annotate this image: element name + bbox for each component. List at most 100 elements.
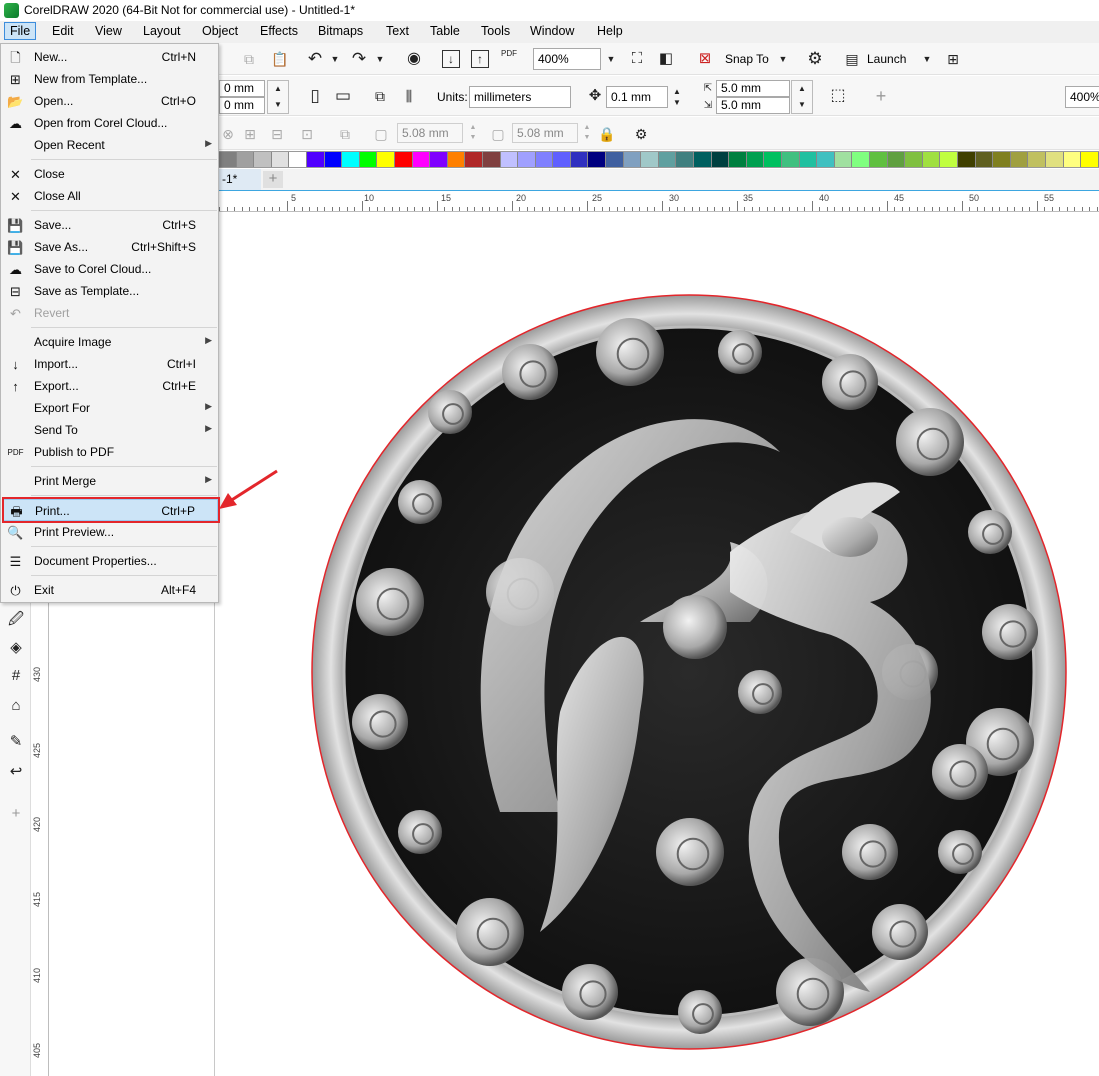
- page-width-input[interactable]: 0 mm: [219, 80, 265, 97]
- menu-item-open-recent[interactable]: Open Recent ▶: [2, 134, 218, 156]
- paste-icon[interactable]: 📋: [271, 50, 289, 68]
- nudge-icon[interactable]: ✥: [586, 87, 604, 105]
- palette-swatch[interactable]: [658, 152, 677, 167]
- menu-tools[interactable]: Tools: [481, 24, 510, 38]
- menu-item-export-for[interactable]: Export For ▶: [2, 397, 218, 419]
- undo-dropdown-icon[interactable]: ▼: [326, 50, 344, 68]
- gear-icon[interactable]: ⚙: [806, 50, 824, 68]
- palette-swatch[interactable]: [289, 152, 307, 167]
- palette-swatch[interactable]: [1045, 152, 1064, 167]
- palette-swatch[interactable]: [219, 152, 237, 167]
- object-width-input[interactable]: 5.08 mm: [397, 123, 463, 143]
- palette-swatch[interactable]: [975, 152, 994, 167]
- launch-dropdown-icon[interactable]: ▼: [918, 50, 936, 68]
- palette-swatch[interactable]: [957, 152, 976, 167]
- menu-item-document-properties[interactable]: ☰ Document Properties...: [2, 550, 218, 572]
- palette-swatch[interactable]: [1010, 152, 1029, 167]
- launch-label[interactable]: Launch: [867, 52, 906, 66]
- palette-swatch[interactable]: [817, 152, 835, 167]
- nudge-spinner-icon[interactable]: ▲ ▼: [669, 86, 685, 108]
- palette-swatch[interactable]: [782, 152, 800, 167]
- palette-swatch[interactable]: [482, 152, 501, 167]
- current-page-icon[interactable]: ⫼: [400, 87, 418, 105]
- palette-swatch[interactable]: [324, 152, 343, 167]
- palette-swatch[interactable]: [764, 152, 782, 167]
- palette-swatch[interactable]: [447, 152, 466, 167]
- redo-dropdown-icon[interactable]: ▼: [371, 50, 389, 68]
- menu-item-import[interactable]: ↓ Import... Ctrl+I: [2, 353, 218, 375]
- duplicate-y-input[interactable]: 5.0 mm: [716, 97, 790, 114]
- zoom-level-input[interactable]: 400%: [533, 48, 601, 70]
- menu-file[interactable]: File: [4, 22, 37, 40]
- snap-dropdown-icon[interactable]: ▼: [774, 50, 792, 68]
- menu-item-exit[interactable]: ⏻ Exit Alt+F4: [2, 579, 218, 601]
- copy-icon[interactable]: ⧉: [240, 50, 258, 68]
- menu-item-new[interactable]: 🗋 New... Ctrl+N: [2, 46, 218, 68]
- menu-layout[interactable]: Layout: [143, 24, 181, 38]
- palette-swatch[interactable]: [887, 152, 906, 167]
- menu-item-send-to[interactable]: Send To ▶: [2, 419, 218, 441]
- import-icon[interactable]: ↓: [442, 50, 460, 68]
- add-tab-icon[interactable]: +: [263, 171, 283, 188]
- launch-icon[interactable]: ▤: [843, 50, 861, 68]
- menu-item-new-from-template[interactable]: ⊞ New from Template...: [2, 68, 218, 90]
- palette-swatch[interactable]: [606, 152, 624, 167]
- palette-swatch[interactable]: [746, 152, 765, 167]
- mesh-fill-icon[interactable]: #: [6, 666, 26, 686]
- duplicate-spinner-icon[interactable]: ▲ ▼: [791, 80, 813, 114]
- full-screen-icon[interactable]: ⛶: [628, 50, 646, 68]
- nudge-distance-input[interactable]: 0.1 mm: [606, 86, 668, 108]
- page-height-input[interactable]: 0 mm: [219, 97, 265, 114]
- snap-to-label[interactable]: Snap To: [725, 52, 769, 66]
- vertical-ruler[interactable]: 430 425 420 415 410 405: [31, 600, 49, 1076]
- palette-swatch[interactable]: [553, 152, 571, 167]
- lock-icon[interactable]: 🔒: [598, 125, 616, 143]
- menu-effects[interactable]: Effects: [260, 24, 298, 38]
- palette-swatch[interactable]: [465, 152, 483, 167]
- menu-item-save-as[interactable]: 💾 Save As... Ctrl+Shift+S: [2, 236, 218, 258]
- page-size-spinner-icon[interactable]: ▲ ▼: [267, 80, 289, 114]
- ungroup-icon[interactable]: ⊟: [268, 125, 286, 143]
- interactive-fill-icon[interactable]: ◈: [6, 638, 26, 658]
- zoom-level-right-input[interactable]: 400%: [1065, 86, 1099, 108]
- palette-swatch[interactable]: [359, 152, 378, 167]
- add-icon[interactable]: +: [872, 87, 890, 105]
- zoom-dropdown-icon[interactable]: ▼: [602, 50, 620, 68]
- palette-swatch[interactable]: [412, 152, 431, 167]
- order-icon[interactable]: ⧉: [336, 125, 354, 143]
- smart-fill-icon[interactable]: ⌂: [6, 696, 26, 716]
- welcome-screen-icon[interactable]: ⊞: [944, 50, 962, 68]
- tab-untitled-1[interactable]: -1*: [219, 169, 261, 190]
- palette-swatch[interactable]: [623, 152, 642, 167]
- palette-swatch[interactable]: [729, 152, 747, 167]
- palette-swatch[interactable]: [570, 152, 589, 167]
- object-height-input[interactable]: 5.08 mm: [512, 123, 578, 143]
- palette-swatch[interactable]: [834, 152, 853, 167]
- portrait-icon[interactable]: ▯: [306, 87, 324, 105]
- menu-item-export[interactable]: ↑ Export... Ctrl+E: [2, 375, 218, 397]
- menu-view[interactable]: View: [95, 24, 122, 38]
- dragon-phoenix-relief-image[interactable]: [310, 292, 1068, 1052]
- menu-text[interactable]: Text: [386, 24, 409, 38]
- treat-as-filled-icon[interactable]: ⬚: [829, 87, 847, 105]
- menu-help[interactable]: Help: [597, 24, 623, 38]
- palette-swatch[interactable]: [676, 152, 695, 167]
- palette-swatch[interactable]: [535, 152, 554, 167]
- duplicate-x-input[interactable]: 5.0 mm: [716, 80, 790, 97]
- undo-icon[interactable]: ↶: [306, 50, 324, 68]
- menu-bitmaps[interactable]: Bitmaps: [318, 24, 363, 38]
- redo-icon[interactable]: ↷: [350, 50, 368, 68]
- palette-swatch[interactable]: [694, 152, 712, 167]
- palette-swatch[interactable]: [993, 152, 1011, 167]
- eyedropper-icon[interactable]: 🖉: [6, 610, 26, 630]
- palette-swatch[interactable]: [711, 152, 730, 167]
- height-spinner-icon[interactable]: ▲ ▼: [578, 123, 596, 141]
- palette-swatch[interactable]: [500, 152, 519, 167]
- menu-item-print-merge[interactable]: Print Merge ▶: [2, 470, 218, 492]
- menu-table[interactable]: Table: [430, 24, 460, 38]
- palette-swatch[interactable]: [869, 152, 888, 167]
- palette-swatch[interactable]: [377, 152, 395, 167]
- publish-pdf-icon[interactable]: PDF: [500, 49, 518, 67]
- palette-swatch[interactable]: [1063, 152, 1082, 167]
- palette-swatch[interactable]: [254, 152, 272, 167]
